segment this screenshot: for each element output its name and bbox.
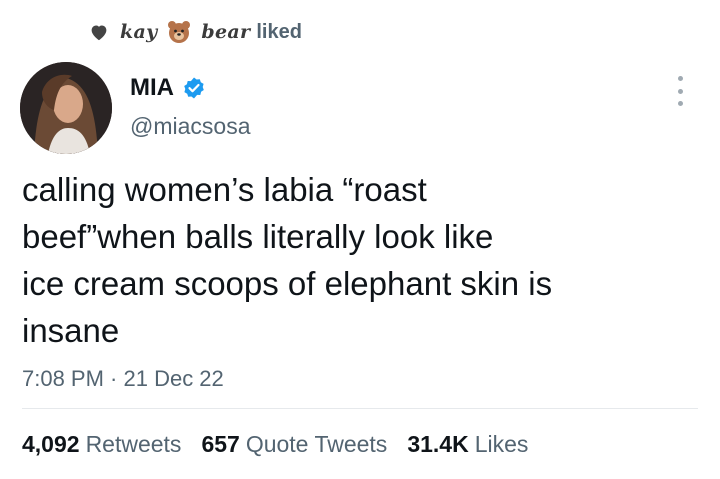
tweet-line: beef”when balls literally look like [22,218,494,255]
tweet-line: ice cream scoops of elephant skin is [22,265,553,302]
social-context: kay bear liked [88,14,302,50]
more-options-icon[interactable] [676,76,684,106]
liker-name-second[interactable]: bear [201,21,250,43]
tweet-line: calling women’s labia “roast [22,171,427,208]
divider [22,408,698,409]
tweet-line: insane [22,312,120,349]
likes-count: 31.4K [407,431,469,457]
retweets-label: Retweets [85,431,182,457]
likes-stat[interactable]: 31.4K Likes [407,431,528,458]
likes-label: Likes [474,431,529,457]
tweet-stats: 4,092 Retweets 657 Quote Tweets 31.4K Likes [22,431,528,458]
tweet-timestamp[interactable]: 7:08 PM · 21 Dec 22 [22,366,224,392]
liker-name-first[interactable]: kay [120,21,157,43]
quote-tweets-stat[interactable]: 657 Quote Tweets [201,431,387,458]
tweet-text: calling women’s labia “roast beef”when b… [22,166,702,354]
liked-label: liked [256,20,302,43]
verified-badge-icon [182,76,206,100]
bear-emoji-icon [167,20,191,44]
heart-icon [88,21,110,43]
avatar[interactable] [20,62,112,154]
quote-tweets-label: Quote Tweets [245,431,388,457]
author-name-row[interactable]: MIA [130,74,206,102]
retweets-stat[interactable]: 4,092 Retweets [22,431,181,458]
retweets-count: 4,092 [22,431,80,457]
quote-tweets-count: 657 [201,431,240,457]
author-handle[interactable]: @miacsosa [130,113,251,140]
author-display-name[interactable]: MIA [130,74,174,102]
